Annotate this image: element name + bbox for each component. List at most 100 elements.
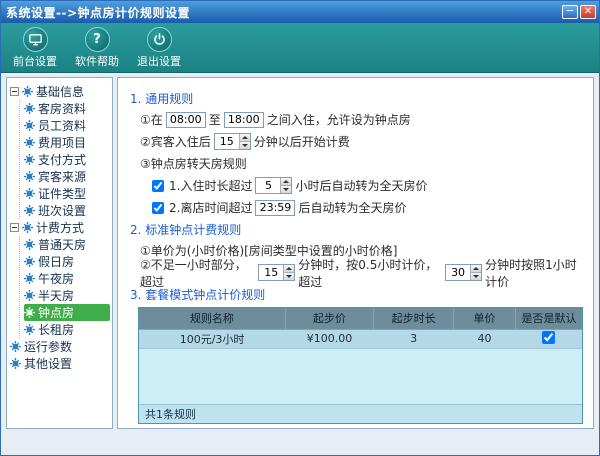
close-button[interactable]: ✕ bbox=[580, 5, 596, 19]
rule-convert-title: ③钟点房转天房规则 bbox=[140, 154, 587, 173]
gear-icon bbox=[24, 137, 35, 148]
section1-title: 1. 通用规则 bbox=[130, 90, 587, 107]
sidebar-item-guest-source[interactable]: 宾客来源 bbox=[24, 168, 110, 185]
gear-icon bbox=[24, 239, 35, 250]
window-body: 基础信息 客房资料 员工资料 费用项目 支付方式 bbox=[1, 73, 599, 455]
gear-icon bbox=[24, 154, 35, 165]
convert-time-input[interactable] bbox=[255, 200, 295, 216]
rule-convert-by-hours: 1.入住时长超过 小时后自动转为全天房价 bbox=[152, 176, 587, 195]
sidebar-item-shift-settings[interactable]: 班次设置 bbox=[24, 202, 110, 219]
convert-by-time-checkbox[interactable] bbox=[152, 202, 164, 214]
spinner-up-icon[interactable] bbox=[283, 265, 294, 272]
checkin-end-input[interactable] bbox=[224, 112, 264, 128]
rule-text: 分钟时按照1小时计价 bbox=[485, 256, 587, 290]
sidebar-item-hourly-room[interactable]: 钟点房 bbox=[24, 304, 110, 321]
default-checkbox[interactable] bbox=[542, 331, 555, 344]
package-rules-table-container: 规则名称 起步价 起步时长 单价 是否是默认 100元/3小时 ¥100.00 … bbox=[138, 307, 583, 424]
rule-convert-by-time: 2.离店时间超过 后自动转为全天房价 bbox=[152, 198, 587, 217]
sidebar-item-long-rent-room[interactable]: 长租房 bbox=[24, 321, 110, 338]
minimize-button[interactable]: ─ bbox=[562, 5, 578, 19]
spinner-down-icon[interactable] bbox=[280, 185, 291, 193]
col-header-base-duration[interactable]: 起步时长 bbox=[374, 308, 454, 329]
sidebar-item-billing-methods[interactable]: 计费方式 bbox=[10, 219, 110, 236]
spinner-down-icon[interactable] bbox=[239, 141, 250, 149]
sidebar-item-run-params[interactable]: 运行参数 bbox=[10, 338, 110, 355]
rules-panel: 1. 通用规则 ①在 至 之间入住，允许设为钟点房 ②宾客入住后 分钟以后开始计… bbox=[117, 77, 594, 429]
tool-label: 前台设置 bbox=[13, 53, 57, 69]
spinner-buttons bbox=[283, 265, 294, 280]
rule-text: 2.离店时间超过 bbox=[169, 199, 252, 216]
collapse-icon[interactable] bbox=[10, 223, 19, 232]
gear-icon bbox=[24, 188, 35, 199]
spinner-buttons bbox=[470, 265, 481, 280]
spinner-up-icon[interactable] bbox=[239, 134, 250, 141]
gear-icon bbox=[10, 358, 21, 369]
sidebar-item-basic-info[interactable]: 基础信息 bbox=[10, 83, 110, 100]
help-icon: ? bbox=[85, 27, 110, 52]
table-empty-area bbox=[139, 349, 582, 404]
rule-text: ②不足一小时部分，超过 bbox=[140, 256, 255, 290]
power-icon bbox=[147, 27, 172, 52]
checkin-start-input[interactable] bbox=[166, 112, 206, 128]
frontdesk-settings-button[interactable]: 前台设置 bbox=[7, 27, 63, 69]
gear-icon bbox=[24, 273, 35, 284]
gear-icon bbox=[24, 120, 35, 131]
full-hour-minutes-input[interactable] bbox=[446, 265, 470, 280]
settings-window: 系统设置-->钟点房计价规则设置 ─ ✕ 前台设置 ? 软件帮助 退出设置 bbox=[0, 0, 600, 456]
rule-text: ①在 bbox=[140, 111, 163, 128]
rule-text: 后自动转为全天房价 bbox=[298, 199, 406, 216]
sidebar-item-fee-items[interactable]: 费用项目 bbox=[24, 134, 110, 151]
sidebar-item-half-day-room[interactable]: 半天房 bbox=[24, 287, 110, 304]
rule-text: ③钟点房转天房规则 bbox=[140, 155, 247, 172]
sidebar-item-normal-day-room[interactable]: 普通天房 bbox=[24, 236, 110, 253]
gear-icon bbox=[24, 103, 35, 114]
sidebar-item-id-type[interactable]: 证件类型 bbox=[24, 185, 110, 202]
collapse-icon[interactable] bbox=[10, 87, 19, 96]
toolbar: 前台设置 ? 软件帮助 退出设置 bbox=[1, 23, 599, 73]
table-footer: 共1条规则 bbox=[139, 404, 582, 423]
title-bar: 系统设置-->钟点房计价规则设置 ─ ✕ bbox=[1, 1, 599, 23]
full-hour-minutes-stepper[interactable] bbox=[445, 264, 482, 281]
half-hour-minutes-stepper[interactable] bbox=[258, 264, 295, 281]
monitor-icon bbox=[23, 27, 48, 52]
col-header-rule-name[interactable]: 规则名称 bbox=[139, 308, 285, 329]
col-header-is-default[interactable]: 是否是默认 bbox=[516, 308, 582, 329]
spinner-up-icon[interactable] bbox=[470, 265, 481, 272]
billing-methods-children: 普通天房 假日房 午夜房 半天房 钟点房 bbox=[19, 236, 110, 338]
rule-checkin-window: ①在 至 之间入住，允许设为钟点房 bbox=[140, 110, 587, 129]
billing-start-minutes-input[interactable] bbox=[215, 134, 239, 149]
billing-start-minutes-stepper[interactable] bbox=[214, 133, 251, 150]
cell-rule-name: 100元/3小时 bbox=[139, 329, 285, 348]
software-help-button[interactable]: ? 软件帮助 bbox=[69, 27, 125, 69]
table-header-row: 规则名称 起步价 起步时长 单价 是否是默认 bbox=[139, 308, 582, 329]
convert-hours-input[interactable] bbox=[256, 178, 280, 193]
gear-icon bbox=[24, 324, 35, 335]
spinner-down-icon[interactable] bbox=[283, 272, 294, 280]
convert-by-hours-checkbox[interactable] bbox=[152, 180, 164, 192]
cell-base-duration: 3 bbox=[374, 329, 454, 348]
rule-text: 分钟以后开始计费 bbox=[254, 133, 350, 150]
col-header-base-price[interactable]: 起步价 bbox=[285, 308, 374, 329]
gear-icon bbox=[24, 256, 35, 267]
sidebar-tree: 基础信息 客房资料 员工资料 费用项目 支付方式 bbox=[6, 77, 113, 429]
gear-icon bbox=[24, 171, 35, 182]
spinner-down-icon[interactable] bbox=[470, 272, 481, 280]
rule-count-label: 共1条规则 bbox=[145, 406, 196, 422]
table-row[interactable]: 100元/3小时 ¥100.00 3 40 bbox=[139, 329, 582, 348]
sidebar-item-room-data[interactable]: 客房资料 bbox=[24, 100, 110, 117]
half-hour-minutes-input[interactable] bbox=[259, 265, 283, 280]
rule-text: 小时后自动转为全天房价 bbox=[295, 177, 427, 194]
convert-hours-stepper[interactable] bbox=[255, 177, 292, 194]
exit-settings-button[interactable]: 退出设置 bbox=[131, 27, 187, 69]
sidebar-item-midnight-room[interactable]: 午夜房 bbox=[24, 270, 110, 287]
sidebar-item-other-settings[interactable]: 其他设置 bbox=[10, 355, 110, 372]
sidebar-item-holiday-room[interactable]: 假日房 bbox=[24, 253, 110, 270]
rule-billing-start: ②宾客入住后 分钟以后开始计费 bbox=[140, 132, 587, 151]
col-header-unit-price[interactable]: 单价 bbox=[454, 308, 516, 329]
gear-icon bbox=[24, 205, 35, 216]
sidebar-item-staff-data[interactable]: 员工资料 bbox=[24, 117, 110, 134]
rule-text: 分钟时，按0.5小时计价，超过 bbox=[298, 256, 442, 290]
section2-title: 2. 标准钟点计费规则 bbox=[130, 221, 587, 238]
spinner-up-icon[interactable] bbox=[280, 178, 291, 185]
sidebar-item-payment-methods[interactable]: 支付方式 bbox=[24, 151, 110, 168]
